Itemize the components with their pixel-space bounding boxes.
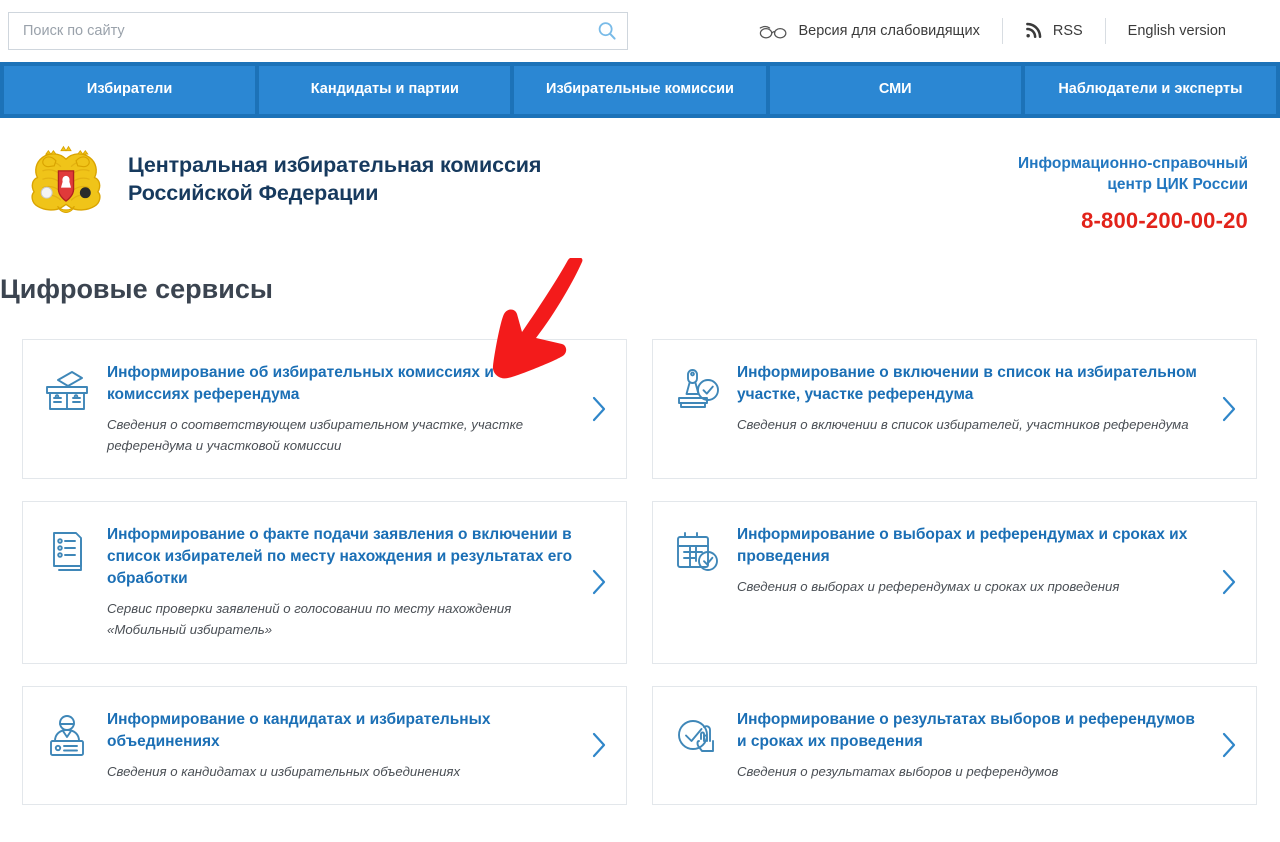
chevron-right-icon (1222, 732, 1235, 758)
digital-services-section: Цифровые сервисы (0, 246, 1280, 305)
service-card-body: Информирование об избирательных комиссия… (107, 362, 586, 456)
service-card-title: Информирование о результатах выборов и р… (737, 710, 1195, 750)
check-hand-icon (678, 719, 714, 752)
accessibility-version-link[interactable]: Версия для слабовидящих (737, 18, 1001, 44)
site-search (8, 12, 628, 50)
service-card-title: Информирование о факте подачи заявления … (107, 526, 573, 588)
service-card-open-button[interactable] (586, 566, 612, 598)
service-card-description: Сервис проверки заявлений о голосовании … (107, 601, 512, 638)
service-card-elections-schedule[interactable]: Информирование о выборах и референдумах … (652, 501, 1257, 664)
site-title-line-1: Центральная избирательная комиссия (128, 153, 542, 177)
service-card-election-commissions[interactable]: Информирование об избирательных комиссия… (22, 339, 627, 480)
service-card-description: Сведения о результатах выборов и референ… (737, 763, 1059, 779)
nav-item-observers-and-experts[interactable]: Наблюдатели и эксперты (1024, 66, 1277, 114)
nav-item-label: Избирательные комиссии (546, 81, 734, 98)
russian-coat-of-arms-icon (31, 145, 101, 213)
stamp-check-icon (678, 369, 719, 408)
nav-item-candidates-and-parties[interactable]: Кандидаты и партии (259, 66, 511, 114)
service-card-open-button[interactable] (1216, 393, 1242, 425)
ballot-box-icon (46, 371, 88, 410)
service-card-voter-list-inclusion[interactable]: Информирование о включении в список на и… (652, 339, 1257, 480)
service-card-description: Сведения о кандидатах и избирательных об… (107, 763, 461, 779)
service-card-description: Сведения о включении в список избирателе… (737, 417, 1189, 432)
nav-item-election-commissions[interactable]: Избирательные комиссии (514, 66, 766, 114)
rss-icon (1025, 22, 1042, 38)
info-center-label: Информационно-справочный центр ЦИК Росси… (1018, 154, 1248, 196)
person-id-card-icon (50, 714, 84, 756)
service-card-open-button[interactable] (586, 729, 612, 761)
info-center-phone[interactable]: 8-800-200-00-20 (1018, 208, 1248, 234)
documents-list-icon (53, 532, 82, 572)
search-button[interactable] (592, 16, 622, 46)
service-card-title: Информирование об избирательных комиссия… (107, 364, 494, 403)
page-title: Цифровые сервисы (0, 274, 273, 304)
service-card-description: Сведения о соответствующем избирательном… (107, 417, 524, 454)
site-title: Центральная избирательная комиссия Росси… (128, 144, 541, 207)
service-card-open-button[interactable] (1216, 729, 1242, 761)
english-version-label: English version (1127, 23, 1226, 39)
service-card-body: Информирование о включении в список на и… (737, 362, 1216, 435)
english-version-link[interactable]: English version (1106, 18, 1248, 44)
page-root: Версия для слабовидящих RSS English vers… (0, 0, 1280, 842)
top-utility-links: Версия для слабовидящих RSS English vers… (737, 12, 1248, 50)
service-card-body: Информирование о кандидатах и избиратель… (107, 709, 586, 782)
top-utility-bar: Версия для слабовидящих RSS English vers… (0, 0, 1280, 62)
chevron-right-icon (592, 732, 605, 758)
site-masthead: Центральная избирательная комиссия Росси… (0, 118, 1280, 246)
search-icon (598, 22, 616, 40)
accessibility-version-label: Версия для слабовидящих (798, 23, 980, 39)
main-navigation: Избиратели Кандидаты и партии Избиратель… (0, 62, 1280, 118)
service-card-election-results[interactable]: Информирование о результатах выборов и р… (652, 685, 1257, 805)
nav-item-media[interactable]: СМИ (769, 66, 1021, 114)
search-input[interactable] (8, 12, 628, 50)
service-card-body: Информирование о результатах выборов и р… (737, 709, 1216, 782)
brand-logo-link[interactable]: Центральная избирательная комиссия Росси… (24, 144, 541, 228)
chevron-right-icon (592, 570, 605, 595)
service-card-open-button[interactable] (586, 393, 612, 425)
nav-item-label: Кандидаты и партии (310, 81, 459, 98)
nav-item-label: Наблюдатели и эксперты (1058, 81, 1243, 98)
service-card-body: Информирование о выборах и референдумах … (737, 524, 1216, 597)
chevron-right-icon (1222, 570, 1235, 595)
glasses-icon (760, 25, 787, 38)
service-card-body: Информирование о факте подачи заявления … (107, 524, 586, 640)
service-card-title: Информирование о выборах и референдумах … (737, 526, 1188, 566)
site-title-line-2: Российской Федерации (128, 180, 379, 205)
service-card-title: Информирование о кандидатах и избиратель… (107, 710, 491, 750)
service-card-description: Сведения о выборах и референдумах и срок… (737, 579, 1120, 595)
service-card-candidates[interactable]: Информирование о кандидатах и избиратель… (22, 685, 627, 805)
rss-label: RSS (1052, 23, 1083, 39)
info-center-block: Информационно-справочный центр ЦИК Росси… (1018, 144, 1248, 234)
nav-item-label: СМИ (878, 81, 912, 98)
nav-item-label: Избиратели (86, 81, 173, 98)
rss-link[interactable]: RSS (1003, 18, 1105, 44)
chevron-right-icon (592, 397, 605, 422)
service-card-application-status[interactable]: Информирование о факте подачи заявления … (22, 501, 627, 664)
calendar-check-icon (677, 532, 718, 572)
chevron-right-icon (1222, 397, 1235, 422)
digital-services-grid: Информирование об избирательных комиссия… (0, 305, 1280, 805)
service-card-open-button[interactable] (1216, 566, 1242, 598)
nav-item-voters[interactable]: Избиратели (4, 66, 256, 114)
info-center-line-2: центр ЦИК России (1107, 175, 1248, 193)
info-center-line-1: Информационно-справочный (1018, 155, 1248, 172)
service-card-title: Информирование о включении в список на и… (737, 364, 1197, 403)
